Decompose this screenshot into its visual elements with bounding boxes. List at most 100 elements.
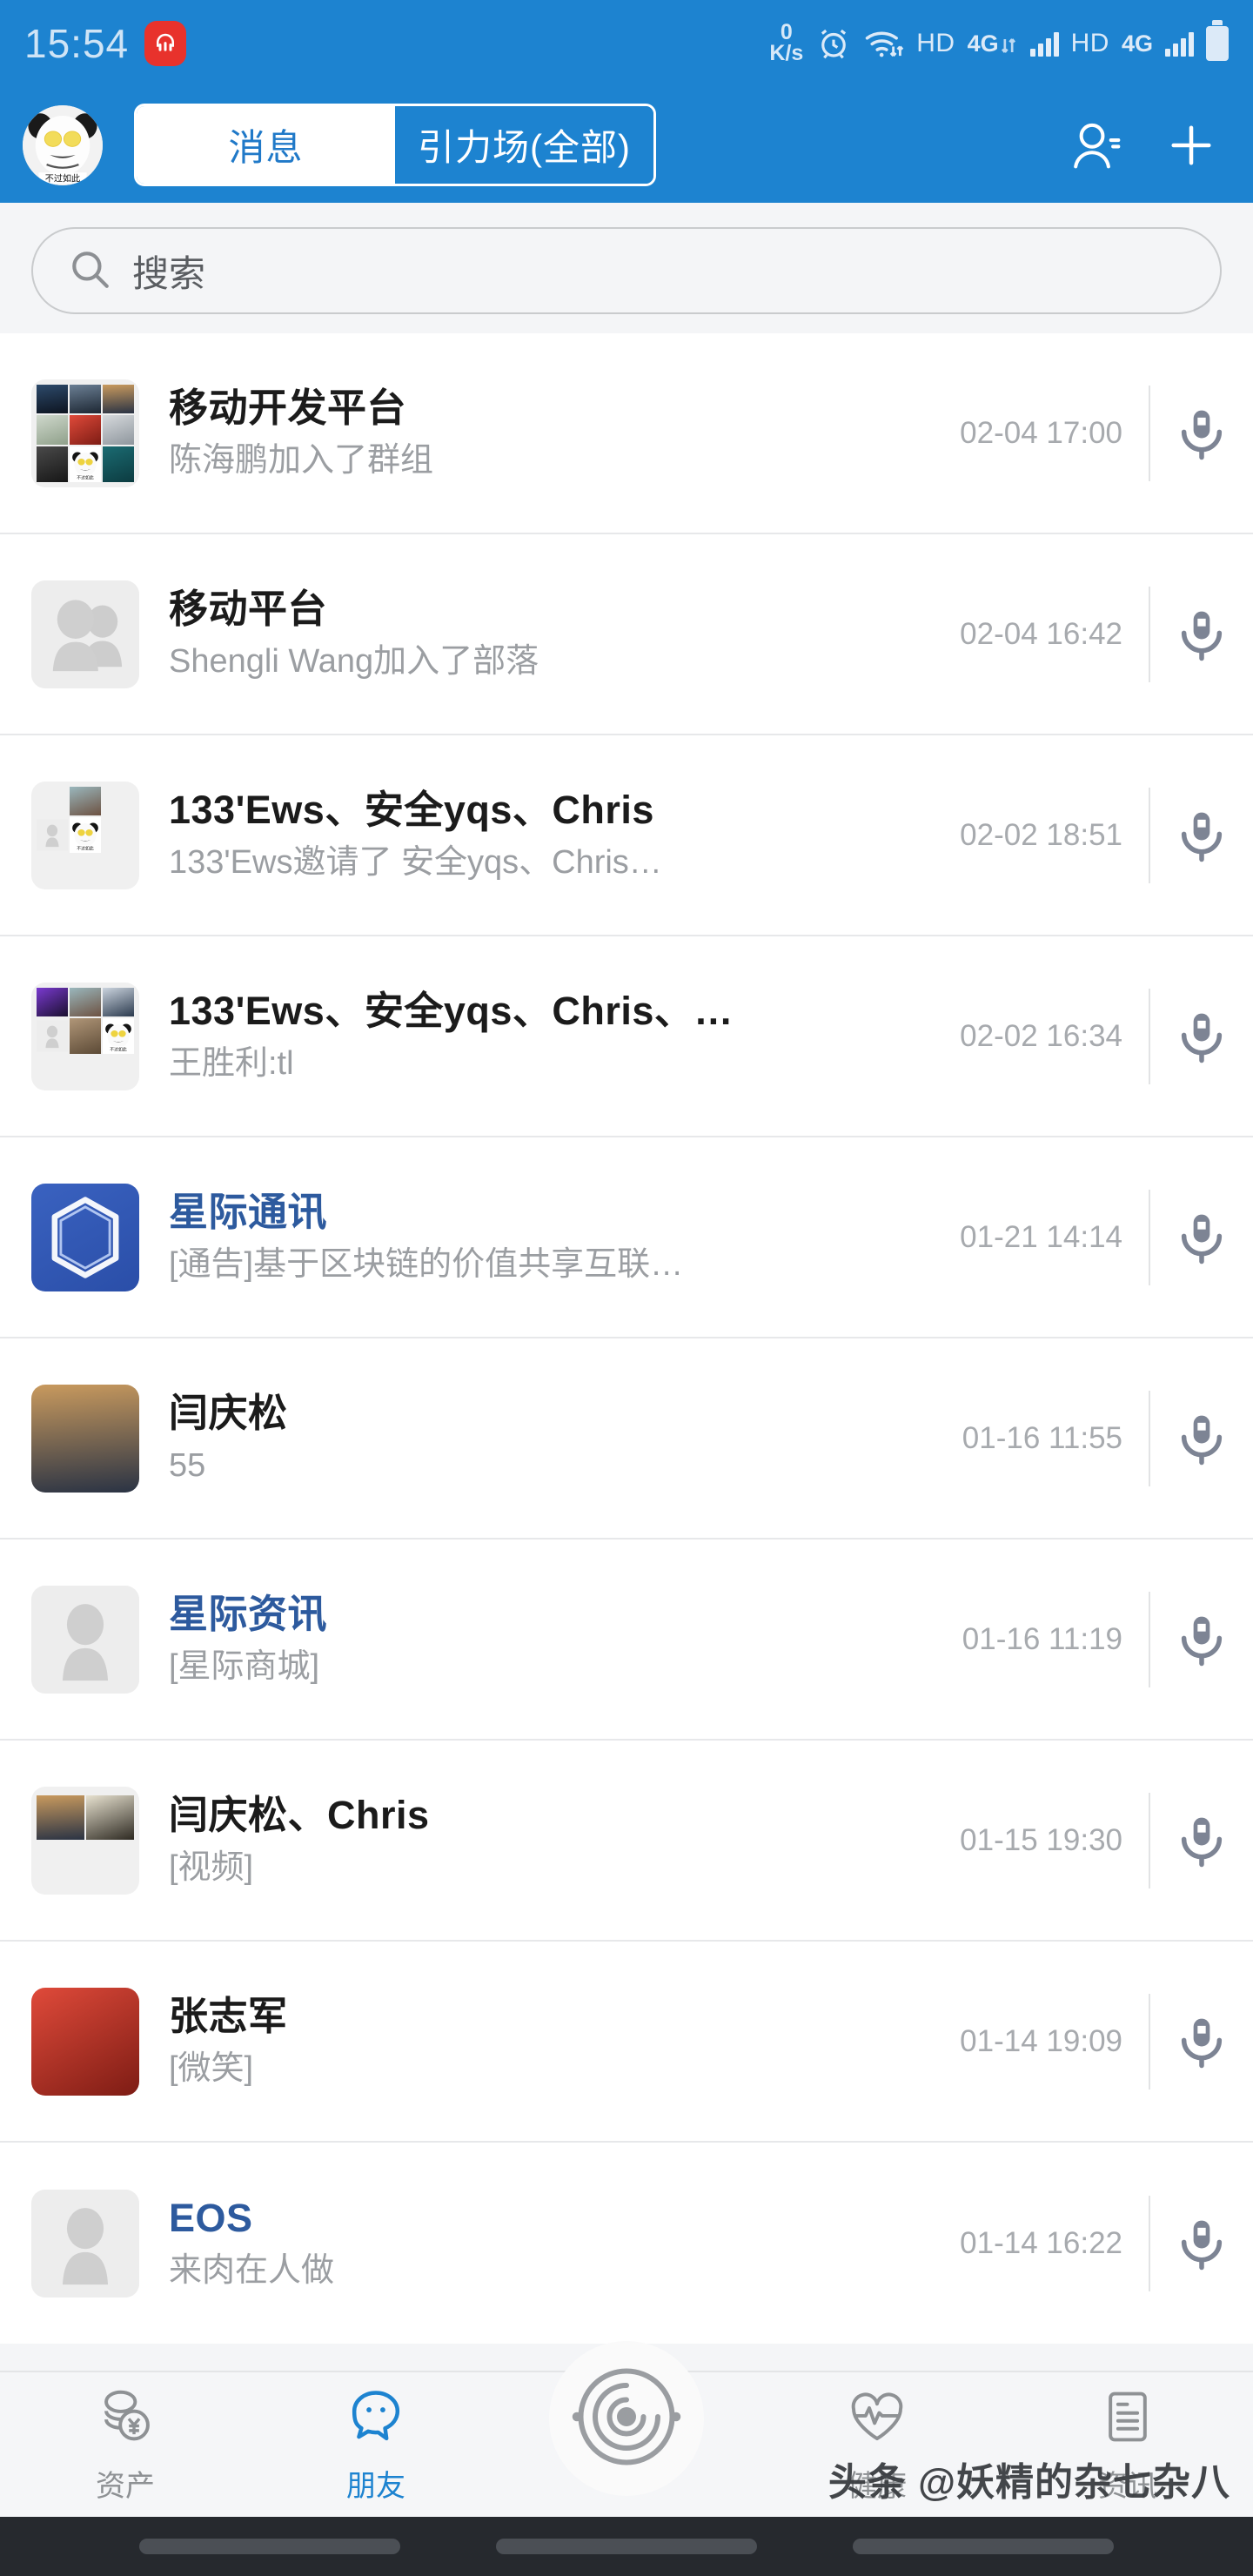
status-bar: 15:54 0 K/s HD 4G HD 4G bbox=[0, 0, 1253, 87]
conversation-avatar[interactable] bbox=[31, 1384, 139, 1493]
heart-pulse-icon bbox=[845, 2385, 909, 2453]
status-bar-left: 15:54 bbox=[24, 20, 187, 67]
conversation-time: 01-14 16:22 bbox=[960, 2225, 1122, 2260]
conversation-row[interactable]: 不过如此 133'Ews、安全yqs、Chris 133'Ews邀请了 安全yqs、… bbox=[0, 735, 1253, 936]
conversation-text: EOS 来肉在人做 bbox=[169, 2195, 960, 2291]
conversation-subtitle: 55 bbox=[169, 1447, 206, 1485]
conversation-text: 移动平台 Shengli Wang加入了部落 bbox=[169, 586, 960, 681]
tab-assets[interactable]: 资产 bbox=[0, 2372, 251, 2517]
conversation-row[interactable]: 不过如此 133'Ews、安全yqs、Chris、… 王胜利:tl 02-02 16:… bbox=[0, 936, 1253, 1137]
conversation-subtitle: 陈海鹏加入了群组 bbox=[169, 442, 434, 480]
conversation-title: 133'Ews、安全yqs、Chris、… bbox=[169, 989, 734, 1034]
conversation-text: 星际资讯 [星际商城] bbox=[169, 1591, 962, 1687]
microphone-icon[interactable] bbox=[1150, 1410, 1253, 1467]
nav-recents-pill[interactable] bbox=[853, 2539, 1114, 2554]
nav-back-pill[interactable] bbox=[139, 2539, 400, 2554]
conversation-subtitle: 133'Ews邀请了 安全yqs、Chris… bbox=[169, 844, 662, 882]
conversation-avatar[interactable]: 不过如此 bbox=[31, 781, 139, 889]
mobile-data-4g-1: 4G bbox=[968, 30, 1018, 57]
search-bar[interactable]: 搜索 bbox=[31, 227, 1222, 314]
conversation-title: 星际资讯 bbox=[169, 1592, 328, 1637]
news-document-icon bbox=[1096, 2385, 1160, 2453]
conversation-avatar[interactable] bbox=[31, 1585, 139, 1694]
conversation-row[interactable]: 星际通讯 [通告]基于区块链的价值共享互联… 01-21 14:14 bbox=[0, 1137, 1253, 1338]
header-segmented-tabs[interactable]: 消息 引力场(全部) bbox=[134, 104, 656, 186]
hd-label-1: HD bbox=[916, 29, 955, 57]
conversation-title: 133'Ews、安全yqs、Chris bbox=[169, 788, 654, 833]
g4-label-2: 4G bbox=[1121, 30, 1153, 57]
mobile-data-4g-2: 4G bbox=[1122, 30, 1153, 57]
conversation-title: 移动平台 bbox=[169, 587, 328, 632]
conversation-time: 02-02 16:34 bbox=[960, 1018, 1122, 1053]
signal-bars-1 bbox=[1029, 30, 1059, 57]
system-navigation-bar bbox=[0, 2517, 1253, 2576]
microphone-icon[interactable] bbox=[1150, 606, 1253, 663]
conversation-avatar[interactable]: 不过如此 bbox=[31, 379, 139, 487]
conversation-subtitle: [微笑] bbox=[169, 2050, 254, 2088]
header-actions bbox=[1070, 118, 1230, 172]
plus-icon[interactable] bbox=[1164, 118, 1218, 172]
conversation-avatar[interactable] bbox=[31, 580, 139, 688]
conversation-avatar[interactable] bbox=[31, 1786, 139, 1895]
microphone-icon[interactable] bbox=[1150, 1008, 1253, 1065]
wifi-icon bbox=[864, 25, 904, 62]
nav-home-pill[interactable] bbox=[496, 2539, 757, 2554]
conversation-text: 闫庆松 55 bbox=[169, 1390, 962, 1486]
conversation-text: 闫庆松、Chris [视频] bbox=[169, 1792, 960, 1888]
conversation-subtitle: 王胜利:tl bbox=[169, 1045, 294, 1083]
headset-icon bbox=[144, 21, 187, 66]
conversation-avatar[interactable] bbox=[31, 2189, 139, 2298]
signal-bars-2 bbox=[1165, 30, 1194, 57]
microphone-icon[interactable] bbox=[1150, 1611, 1253, 1668]
microphone-icon[interactable] bbox=[1150, 2013, 1253, 2070]
conversation-row[interactable]: 移动平台 Shengli Wang加入了部落 02-04 16:42 bbox=[0, 534, 1253, 735]
conversation-row[interactable]: 不过如此 移动开发平台 陈海鹏加入了群组 02-04 17:00 bbox=[0, 333, 1253, 534]
tab-gravity-field[interactable]: 引力场(全部) bbox=[395, 106, 653, 184]
conversation-time: 01-21 14:14 bbox=[960, 1219, 1122, 1254]
panda-avatar[interactable]: 不过如此 bbox=[23, 104, 103, 185]
tab-messages[interactable]: 消息 bbox=[137, 106, 395, 184]
conversation-text: 移动开发平台 陈海鹏加入了群组 bbox=[169, 385, 960, 480]
conversation-row[interactable]: 闫庆松 55 01-16 11:55 bbox=[0, 1338, 1253, 1540]
coins-icon bbox=[93, 2385, 157, 2453]
conversation-title: EOS bbox=[169, 2196, 253, 2241]
watermark: 头条 @妖精的杂七杂八 bbox=[828, 2461, 1230, 2504]
spiral-icon bbox=[561, 2351, 692, 2486]
microphone-icon[interactable] bbox=[1150, 2215, 1253, 2272]
conversation-text: 133'Ews、安全yqs、Chris、… 王胜利:tl bbox=[169, 988, 960, 1083]
conversation-avatar[interactable] bbox=[31, 1987, 139, 2096]
conversation-time: 02-02 18:51 bbox=[960, 817, 1122, 852]
network-speed-indicator: 0 K/s bbox=[769, 22, 804, 65]
spiral-action-button[interactable] bbox=[549, 2341, 704, 2496]
conversation-text: 星际通讯 [通告]基于区块链的价值共享互联… bbox=[169, 1189, 960, 1285]
conversation-row[interactable]: 张志军 [微笑] 01-14 19:09 bbox=[0, 1942, 1253, 2143]
microphone-icon[interactable] bbox=[1150, 1209, 1253, 1266]
search-input[interactable]: 搜索 bbox=[132, 245, 205, 298]
conversation-avatar[interactable]: 不过如此 bbox=[31, 982, 139, 1090]
conversation-title: 闫庆松 bbox=[169, 1391, 288, 1436]
conversation-avatar[interactable] bbox=[31, 1183, 139, 1291]
tab-assets-label: 资产 bbox=[96, 2470, 155, 2503]
chat-ghost-icon bbox=[344, 2385, 408, 2453]
conversation-row[interactable]: 闫庆松、Chris [视频] 01-15 19:30 bbox=[0, 1741, 1253, 1942]
microphone-icon[interactable] bbox=[1150, 1812, 1253, 1869]
status-time: 15:54 bbox=[24, 21, 130, 66]
add-contact-icon[interactable] bbox=[1070, 118, 1124, 172]
conversation-text: 133'Ews、安全yqs、Chris 133'Ews邀请了 安全yqs、Chri… bbox=[169, 787, 960, 882]
microphone-icon[interactable] bbox=[1150, 807, 1253, 864]
conversation-row[interactable]: 星际资讯 [星际商城] 01-16 11:19 bbox=[0, 1540, 1253, 1741]
conversation-time: 01-15 19:30 bbox=[960, 1822, 1122, 1857]
conversation-time: 01-16 11:55 bbox=[962, 1420, 1122, 1455]
conversation-subtitle: [视频] bbox=[169, 1849, 254, 1887]
alarm-icon bbox=[815, 25, 852, 62]
conversation-time: 02-04 16:42 bbox=[960, 616, 1122, 651]
conversation-row[interactable]: EOS 来肉在人做 01-14 16:22 bbox=[0, 2143, 1253, 2344]
conversation-subtitle: [通告]基于区块链的价值共享互联… bbox=[169, 1246, 684, 1284]
network-speed-unit: K/s bbox=[769, 41, 804, 65]
g4-label-1: 4G bbox=[967, 30, 999, 57]
conversation-text: 张志军 [微笑] bbox=[169, 1993, 960, 2089]
tab-friends[interactable]: 朋友 bbox=[251, 2372, 501, 2517]
microphone-icon[interactable] bbox=[1150, 405, 1253, 462]
status-bar-right: 0 K/s HD 4G HD 4G bbox=[769, 20, 1229, 65]
conversation-title: 星际通讯 bbox=[169, 1190, 328, 1235]
